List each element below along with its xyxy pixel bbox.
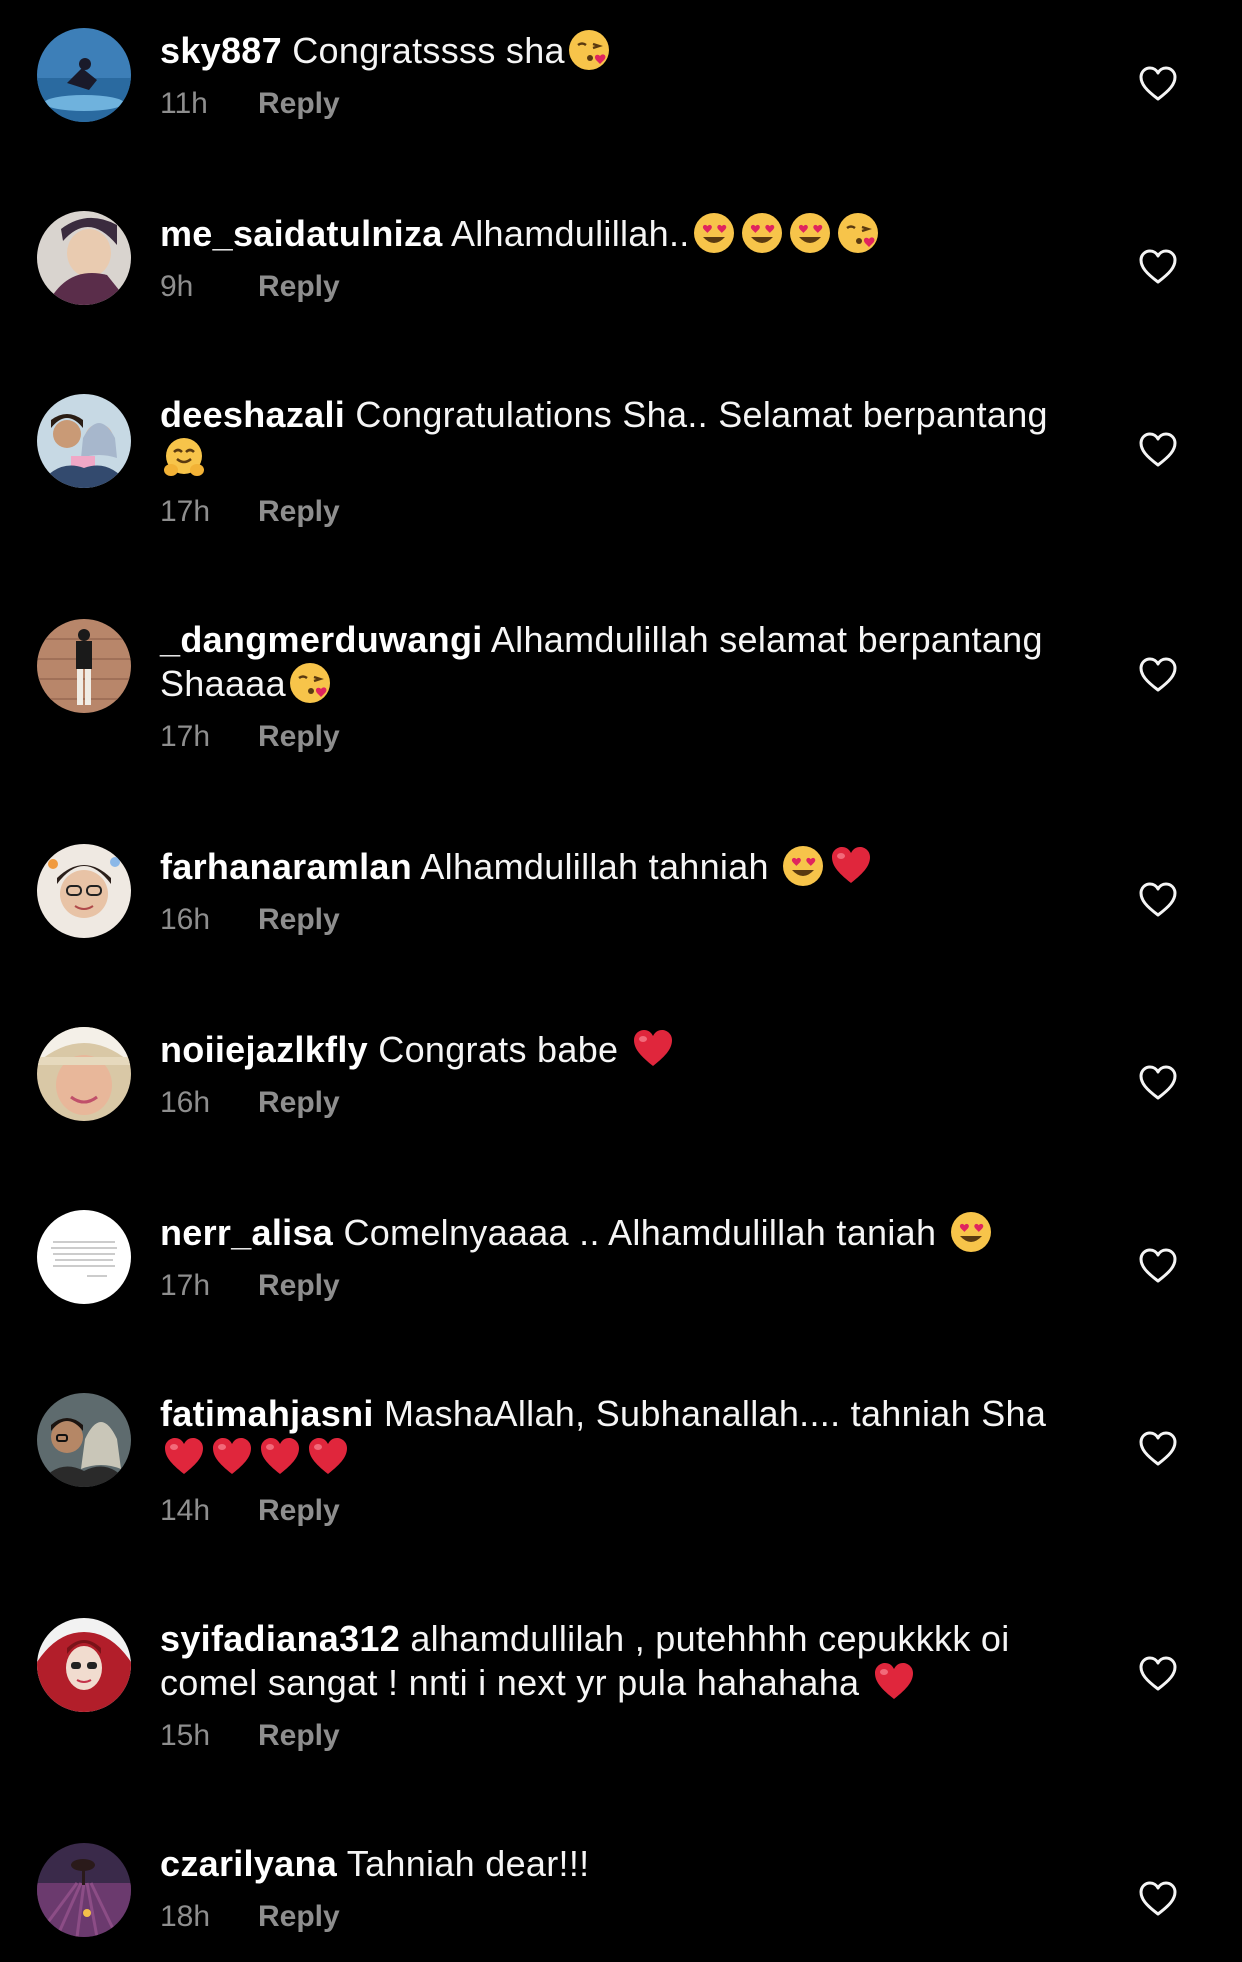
comment-time: 16h <box>160 903 211 936</box>
comment-username[interactable]: noiiejazlkfly <box>160 1029 368 1070</box>
avatar[interactable] <box>37 1618 131 1712</box>
red-heart-emoji-icon <box>210 1435 254 1479</box>
reply-button[interactable]: Reply <box>258 720 340 753</box>
comment-username[interactable]: syifadiana312 <box>160 1618 400 1659</box>
like-heart-icon[interactable] <box>1138 431 1178 469</box>
reply-button[interactable]: Reply <box>258 903 340 936</box>
reply-button[interactable]: Reply <box>258 1900 340 1933</box>
comment-text: MashaAllah, Subhanallah.... tahniah Sha <box>383 1393 1047 1434</box>
avatar[interactable] <box>37 844 131 938</box>
heart-eyes-emoji-icon <box>949 1210 993 1254</box>
comment-time: 11h <box>160 87 208 120</box>
comment-username[interactable]: fatimahjasni <box>160 1393 374 1434</box>
red-heart-emoji-icon <box>829 844 873 888</box>
avatar[interactable] <box>37 619 131 713</box>
comment-time: 17h <box>160 1269 211 1302</box>
comment-time: 18h <box>160 1900 211 1933</box>
reply-button[interactable]: Reply <box>258 1086 340 1119</box>
avatar[interactable] <box>37 211 131 305</box>
like-heart-icon[interactable] <box>1138 1064 1178 1102</box>
like-heart-icon[interactable] <box>1138 881 1178 919</box>
kiss-emoji-icon <box>567 28 611 72</box>
like-heart-icon[interactable] <box>1138 1247 1178 1285</box>
heart-eyes-emoji-icon <box>692 211 736 255</box>
reply-button[interactable]: Reply <box>258 87 340 120</box>
red-heart-emoji-icon <box>258 1435 302 1479</box>
reply-button[interactable]: Reply <box>258 270 340 303</box>
comment-username[interactable]: deeshazali <box>160 394 345 435</box>
heart-eyes-emoji-icon <box>781 844 825 888</box>
comment-username[interactable]: czarilyana <box>160 1843 337 1884</box>
avatar[interactable] <box>37 1393 131 1487</box>
red-heart-emoji-icon <box>306 1435 350 1479</box>
avatar[interactable] <box>37 28 131 122</box>
avatar[interactable] <box>37 1843 131 1937</box>
comment-time: 17h <box>160 720 211 753</box>
like-heart-icon[interactable] <box>1138 656 1178 694</box>
comment-text: Congratssss sha <box>292 30 565 71</box>
like-heart-icon[interactable] <box>1138 248 1178 286</box>
reply-button[interactable]: Reply <box>258 1494 340 1527</box>
like-heart-icon[interactable] <box>1138 1880 1178 1918</box>
comment-time: 9h <box>160 270 194 303</box>
comment-username[interactable]: nerr_alisa <box>160 1212 333 1253</box>
comment-time: 16h <box>160 1086 211 1119</box>
reply-button[interactable]: Reply <box>258 495 340 528</box>
comment-text: Comelnyaaaa .. Alhamdulillah taniah <box>343 1212 937 1253</box>
red-heart-emoji-icon <box>872 1660 916 1704</box>
comment-text: Congrats babe <box>378 1029 619 1070</box>
kiss-emoji-icon <box>288 661 332 705</box>
comment-username[interactable]: _dangmerduwangi <box>160 619 483 660</box>
reply-button[interactable]: Reply <box>258 1269 340 1302</box>
comment-username[interactable]: me_saidatulniza <box>160 213 443 254</box>
like-heart-icon[interactable] <box>1138 1430 1178 1468</box>
reply-button[interactable]: Reply <box>258 1719 340 1752</box>
comment-username[interactable]: sky887 <box>160 30 282 71</box>
like-heart-icon[interactable] <box>1138 65 1178 103</box>
avatar[interactable] <box>37 1027 131 1121</box>
comment-text: Alhamdulillah tahniah <box>420 846 769 887</box>
heart-eyes-emoji-icon <box>788 211 832 255</box>
comment-text: Congratulations Sha.. Selamat berpantang <box>355 394 1048 435</box>
red-heart-emoji-icon <box>631 1027 675 1071</box>
comment-text: Tahniah dear!!! <box>346 1843 590 1884</box>
comment-time: 17h <box>160 495 211 528</box>
heart-eyes-emoji-icon <box>740 211 784 255</box>
avatar[interactable] <box>37 1210 131 1304</box>
kiss-emoji-icon <box>836 211 880 255</box>
like-heart-icon[interactable] <box>1138 1655 1178 1693</box>
comment-time: 15h <box>160 1719 211 1752</box>
comment-username[interactable]: farhanaramlan <box>160 846 412 887</box>
hug-emoji-icon <box>162 436 206 480</box>
red-heart-emoji-icon <box>162 1435 206 1479</box>
avatar[interactable] <box>37 394 131 488</box>
comment-text: Alhamdulillah.. <box>450 213 690 254</box>
comment-time: 14h <box>160 1494 211 1527</box>
